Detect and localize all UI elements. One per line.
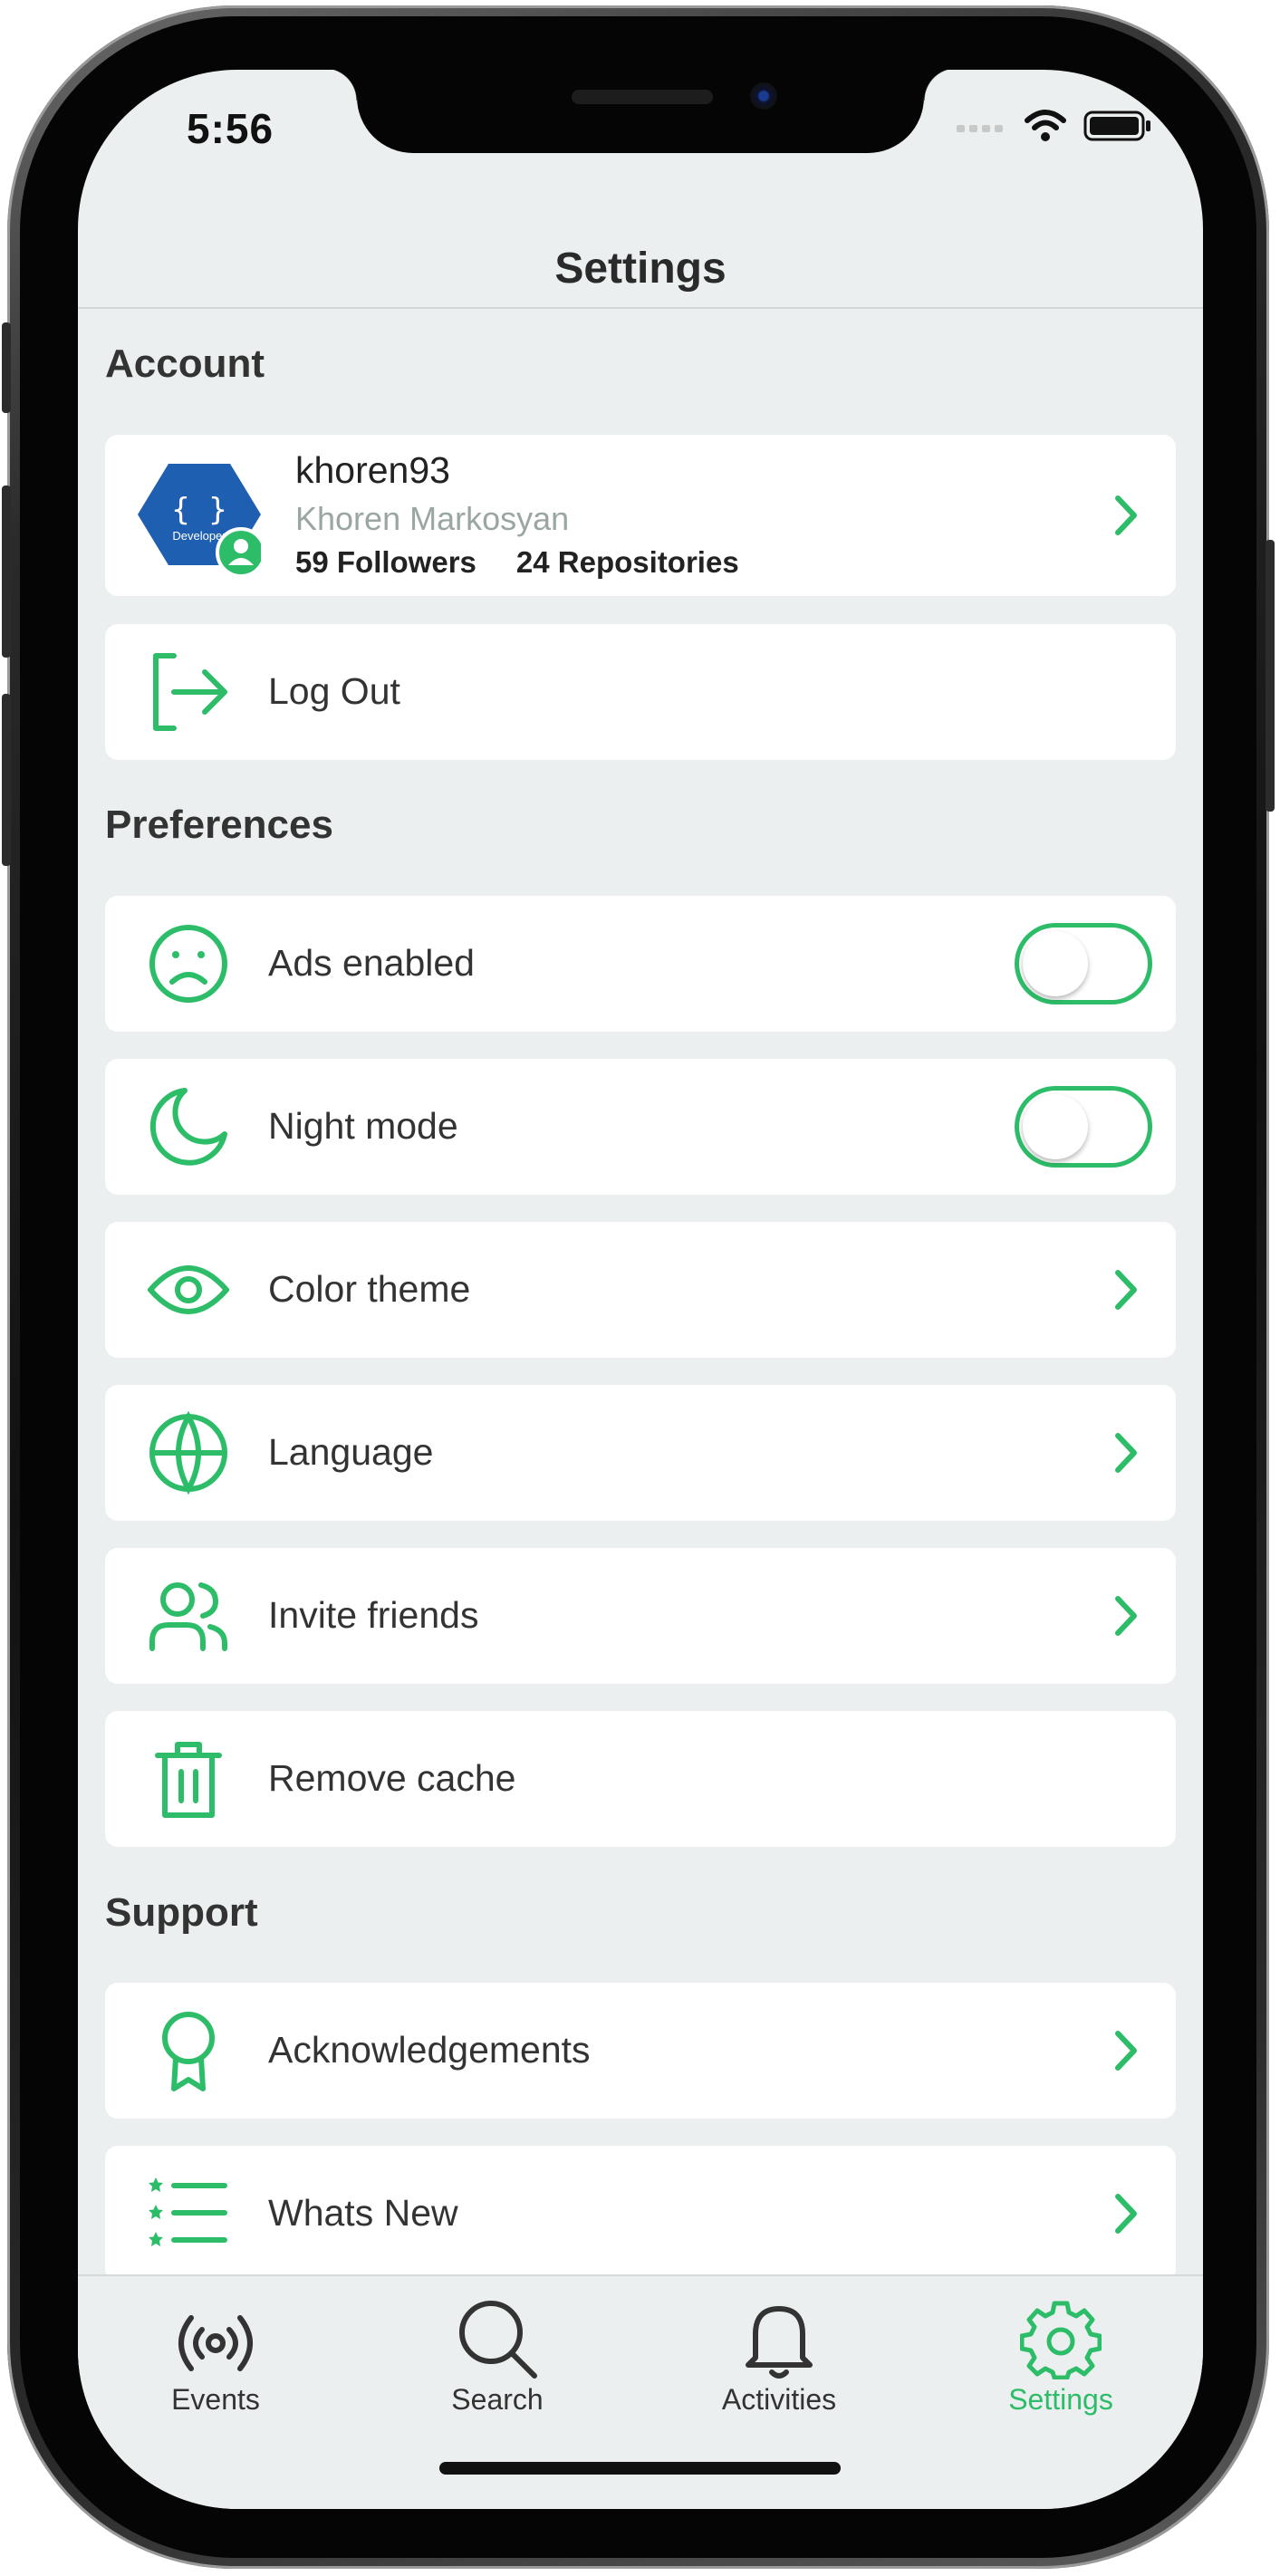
logout-row[interactable]: Log Out bbox=[105, 624, 1176, 760]
section-title-preferences: Preferences bbox=[105, 803, 333, 847]
tab-settings[interactable]: Settings bbox=[952, 2289, 1169, 2417]
status-icons bbox=[957, 110, 1152, 142]
mute-switch bbox=[2, 322, 11, 413]
avatar: { } Developer bbox=[138, 460, 266, 578]
color-theme-label: Color theme bbox=[268, 1268, 471, 1310]
front-camera bbox=[750, 82, 777, 110]
username: khoren93 bbox=[295, 449, 450, 491]
ads-enabled-label: Ads enabled bbox=[268, 942, 475, 984]
logout-label: Log Out bbox=[268, 670, 400, 712]
color-theme-row[interactable]: Color theme bbox=[105, 1222, 1176, 1358]
status-time: 5:56 bbox=[187, 105, 274, 152]
trash-icon bbox=[147, 1737, 230, 1821]
tab-search-label: Search bbox=[451, 2383, 544, 2416]
acknowledgements-row[interactable]: Acknowledgements bbox=[105, 1983, 1176, 2119]
volume-down-button bbox=[2, 694, 11, 866]
acknowledgements-label: Acknowledgements bbox=[268, 2029, 591, 2071]
star-list-icon bbox=[147, 2172, 230, 2255]
chevron-right-icon bbox=[1115, 2031, 1137, 2071]
tab-events[interactable]: Events bbox=[107, 2289, 324, 2417]
power-button bbox=[1266, 540, 1275, 812]
language-label: Language bbox=[268, 1431, 434, 1473]
tab-activities-label: Activities bbox=[721, 2383, 837, 2416]
profile-card[interactable]: { } Developer khoren93 Khoren Markosyan … bbox=[105, 435, 1176, 596]
section-title-support: Support bbox=[105, 1890, 258, 1935]
tab-activities[interactable]: Activities bbox=[670, 2289, 888, 2417]
volume-up-button bbox=[2, 485, 11, 658]
chevron-right-icon bbox=[1115, 1433, 1137, 1473]
page-title: Settings bbox=[554, 245, 727, 293]
globe-icon bbox=[147, 1411, 230, 1495]
sad-face-icon bbox=[147, 922, 230, 1005]
battery-icon bbox=[1083, 111, 1150, 141]
navigation-bar: Settings bbox=[78, 222, 1203, 309]
users-icon bbox=[147, 1574, 230, 1658]
ads-enabled-row: Ads enabled bbox=[105, 896, 1176, 1032]
bell-icon bbox=[670, 2289, 888, 2379]
remove-cache-label: Remove cache bbox=[268, 1757, 516, 1799]
avatar-text: { } bbox=[171, 492, 226, 528]
chevron-right-icon bbox=[1115, 495, 1137, 535]
eye-icon bbox=[147, 1248, 230, 1331]
tab-settings-label: Settings bbox=[1008, 2383, 1113, 2416]
whats-new-row[interactable]: Whats New bbox=[105, 2146, 1176, 2282]
remove-cache-row[interactable]: Remove cache bbox=[105, 1711, 1176, 1847]
tab-events-label: Events bbox=[171, 2383, 260, 2416]
signal-icon bbox=[957, 125, 1003, 132]
chevron-right-icon bbox=[1115, 2194, 1137, 2234]
ads-enabled-toggle[interactable] bbox=[1015, 923, 1152, 1004]
followers-count: 59 Followers bbox=[295, 545, 476, 579]
toggle-knob bbox=[1023, 931, 1088, 996]
repositories-count: 24 Repositories bbox=[515, 545, 739, 579]
avatar-caption: Developer bbox=[172, 529, 226, 543]
home-indicator[interactable] bbox=[439, 2462, 841, 2475]
moon-icon bbox=[147, 1085, 230, 1168]
award-icon bbox=[147, 2009, 230, 2092]
toggle-knob bbox=[1023, 1094, 1088, 1159]
section-title-account: Account bbox=[105, 341, 265, 386]
screen: 5:56 Settings Account { } Developer khor… bbox=[78, 70, 1203, 2509]
tab-search[interactable]: Search bbox=[389, 2289, 606, 2417]
chevron-right-icon bbox=[1115, 1270, 1137, 1310]
chevron-right-icon bbox=[1115, 1596, 1137, 1636]
invite-friends-row[interactable]: Invite friends bbox=[105, 1548, 1176, 1684]
notch bbox=[324, 70, 957, 153]
night-mode-toggle[interactable] bbox=[1015, 1086, 1152, 1168]
language-row[interactable]: Language bbox=[105, 1385, 1176, 1521]
logout-icon bbox=[147, 650, 230, 734]
night-mode-row: Night mode bbox=[105, 1059, 1176, 1195]
profile-stats: 59 Followers 24 Repositories bbox=[295, 545, 739, 580]
earpiece-speaker bbox=[572, 90, 713, 104]
gear-icon bbox=[952, 2289, 1169, 2379]
night-mode-label: Night mode bbox=[268, 1105, 458, 1147]
whats-new-label: Whats New bbox=[268, 2192, 458, 2234]
full-name: Khoren Markosyan bbox=[295, 500, 570, 537]
search-icon bbox=[389, 2289, 606, 2379]
broadcast-icon bbox=[107, 2289, 324, 2379]
wifi-icon bbox=[1025, 110, 1066, 141]
invite-friends-label: Invite friends bbox=[268, 1594, 479, 1636]
